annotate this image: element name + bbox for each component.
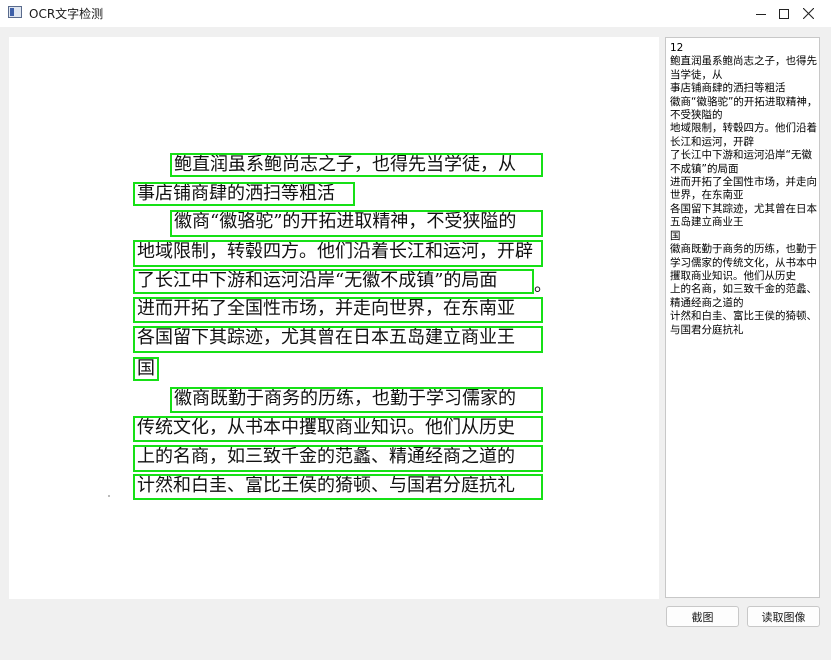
app-icon: [8, 6, 22, 18]
screenshot-button[interactable]: 截图: [666, 606, 739, 627]
detected-text-line: 上的名商，如三致千金的范蠡、精通经商之道的: [133, 445, 543, 472]
image-speck: [108, 495, 110, 497]
detected-text-line: 鲍直润虽系鲍尚志之子，也得先当学徒，从: [170, 153, 543, 177]
detected-text-line: 事店铺商肆的洒扫等粗活: [133, 182, 355, 206]
detected-text-line: 地域限制，转毂四方。他们沿着长江和运河，开辟: [133, 240, 543, 267]
detected-text-line: 徽商既勤于商务的历练，也勤于学习儒家的: [170, 387, 543, 413]
window-title: OCR文字检测: [29, 7, 104, 21]
detected-text-line: 了长江中下游和运河沿岸“无徽不成镇”的局面: [133, 269, 534, 294]
title-bar: OCR文字检测: [0, 0, 831, 27]
trailing-period: 。: [534, 275, 552, 296]
close-icon: [802, 8, 814, 19]
read-image-button[interactable]: 读取图像: [747, 606, 820, 627]
close-button[interactable]: [785, 0, 831, 27]
detected-text-line: 徽商“徽骆驼”的开拓进取精神，不受狭隘的: [170, 210, 543, 237]
detected-text-line: 传统文化，从书本中攫取商业知识。他们从历史: [133, 416, 543, 442]
ocr-result-textbox[interactable]: 12 鲍直润虽系鲍尚志之子，也得先当学徒，从 事店铺商肆的洒扫等粗活 徽商“徽骆…: [665, 37, 820, 598]
detected-text-line: 各国留下其踪迹，尤其曾在日本五岛建立商业王: [133, 326, 543, 353]
detected-text-line: 国: [133, 357, 159, 381]
detected-text-line: 进而开拓了全国性市场，并走向世界，在东南亚: [133, 297, 543, 323]
ocr-result-text: 12 鲍直润虽系鲍尚志之子，也得先当学徒，从 事店铺商肆的洒扫等粗活 徽商“徽骆…: [670, 42, 818, 336]
image-preview: 鲍直润虽系鲍尚志之子，也得先当学徒，从 事店铺商肆的洒扫等粗活 徽商“徽骆驼”的…: [9, 37, 659, 599]
detected-text-line: 计然和白圭、富比王侯的猗顿、与国君分庭抗礼: [133, 474, 543, 500]
